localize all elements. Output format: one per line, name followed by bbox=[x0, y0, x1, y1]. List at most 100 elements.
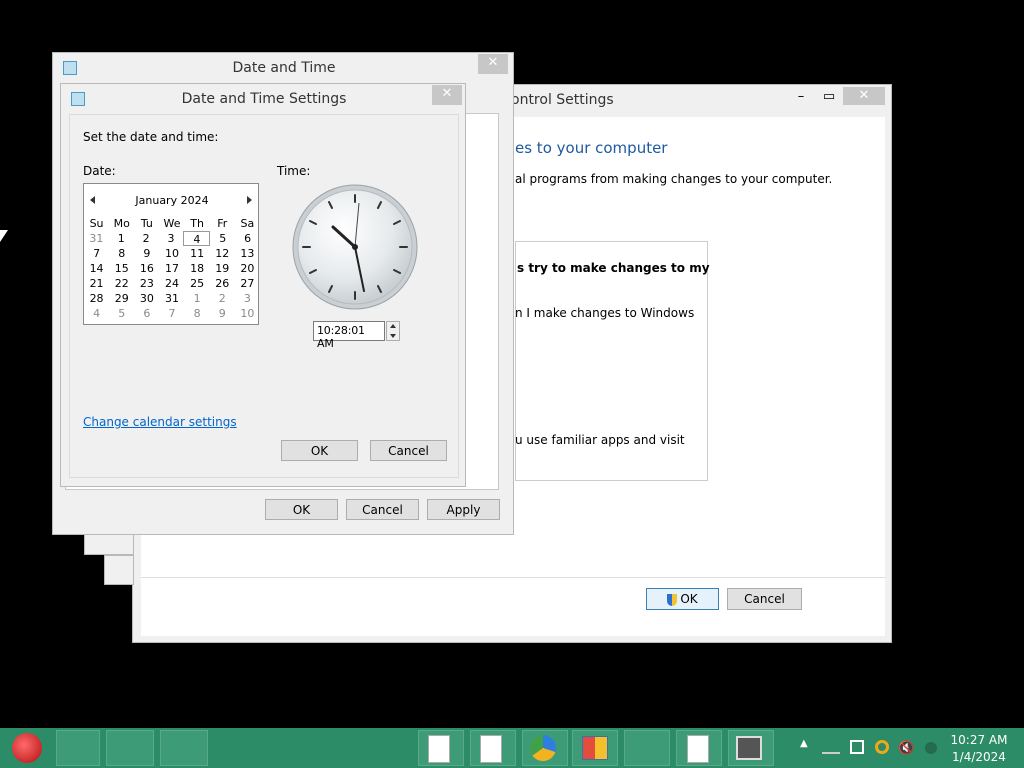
calendar-day[interactable]: 10 bbox=[159, 246, 184, 261]
maximize-button[interactable]: ▭ bbox=[815, 88, 843, 106]
apply-button[interactable]: Apply bbox=[427, 499, 500, 520]
calendar-week: 31 1 2 3 4 5 6 bbox=[84, 231, 260, 246]
calendar-day[interactable]: 3 bbox=[159, 231, 184, 246]
calendar-week: 21 22 23 24 25 26 27 bbox=[84, 276, 260, 291]
calendar-day[interactable]: 4 bbox=[84, 306, 109, 321]
calendar-day[interactable]: 16 bbox=[134, 261, 159, 276]
calendar-day[interactable]: 30 bbox=[134, 291, 159, 306]
calendar-day[interactable]: 19 bbox=[210, 261, 235, 276]
calendar-day[interactable]: 21 bbox=[84, 276, 109, 291]
calendar-day[interactable]: 7 bbox=[159, 306, 184, 321]
calendar-day[interactable]: 25 bbox=[185, 276, 210, 291]
calendar-day[interactable]: 20 bbox=[235, 261, 260, 276]
weekday: Sa bbox=[240, 217, 255, 230]
calendar[interactable]: January 2024 Su Mo Tu We Th Fr Sa 31 1 2… bbox=[83, 183, 259, 325]
calendar-day[interactable]: 5 bbox=[109, 306, 134, 321]
calendar-week: 28 29 30 31 1 2 3 bbox=[84, 291, 260, 306]
calendar-day[interactable]: 18 bbox=[185, 261, 210, 276]
close-button[interactable]: ✕ bbox=[843, 87, 885, 105]
calendar-day[interactable]: 9 bbox=[210, 306, 235, 321]
change-calendar-settings-link[interactable]: Change calendar settings bbox=[83, 415, 237, 429]
settings-title: Date and Time Settings bbox=[181, 91, 347, 107]
calendar-day[interactable]: 5 bbox=[210, 231, 235, 246]
uac-ok-button[interactable]: OK bbox=[646, 588, 719, 610]
start-ornament-icon[interactable] bbox=[12, 733, 42, 763]
calendar-day[interactable]: 22 bbox=[109, 276, 134, 291]
calendar-day[interactable]: 29 bbox=[109, 291, 134, 306]
uac-heading: es to your computer bbox=[515, 139, 668, 157]
uac-ok-label: OK bbox=[680, 592, 698, 606]
calendar-day[interactable]: 9 bbox=[134, 246, 159, 261]
calendar-week: 4 5 6 7 8 9 10 bbox=[84, 306, 260, 321]
calendar-week: 7 8 9 10 11 12 13 bbox=[84, 246, 260, 261]
calendar-day[interactable]: 13 bbox=[235, 246, 260, 261]
close-button[interactable]: ✕ bbox=[478, 54, 508, 74]
date-time-settings-dialog: Date and Time Settings ✕ Set the date an… bbox=[60, 83, 466, 487]
ok-button[interactable]: OK bbox=[281, 440, 358, 461]
calendar-day[interactable]: 1 bbox=[185, 291, 210, 306]
calendar-day[interactable]: 28 bbox=[84, 291, 109, 306]
calendar-day[interactable]: 27 bbox=[235, 276, 260, 291]
calendar-day[interactable]: 26 bbox=[210, 276, 235, 291]
calendar-day[interactable]: 24 bbox=[159, 276, 184, 291]
weekday: We bbox=[163, 217, 181, 230]
uac-title: ontrol Settings bbox=[511, 92, 614, 108]
calendar-day[interactable]: 17 bbox=[159, 261, 184, 276]
weekday: Th bbox=[190, 217, 204, 230]
browser-icon bbox=[530, 735, 556, 761]
tray-globe-icon[interactable] bbox=[925, 742, 937, 754]
control-panel-icon bbox=[582, 736, 608, 760]
instruction-text: Set the date and time: bbox=[83, 130, 219, 144]
search-icon[interactable] bbox=[875, 740, 889, 754]
close-button[interactable]: ✕ bbox=[432, 85, 462, 105]
calendar-day[interactable]: 23 bbox=[134, 276, 159, 291]
taskbar-item[interactable] bbox=[160, 730, 208, 766]
calendar-day[interactable]: 3 bbox=[235, 291, 260, 306]
calendar-day[interactable]: 14 bbox=[84, 261, 109, 276]
spinner-down-icon[interactable] bbox=[390, 334, 396, 338]
cancel-button[interactable]: Cancel bbox=[370, 440, 447, 461]
calendar-day[interactable]: 8 bbox=[109, 246, 134, 261]
calendar-day[interactable]: 8 bbox=[185, 306, 210, 321]
clock-date[interactable]: 1/4/2024 bbox=[944, 750, 1014, 764]
weekday: Su bbox=[89, 217, 104, 230]
calendar-day[interactable]: 1 bbox=[109, 231, 134, 246]
calendar-day[interactable]: 31 bbox=[84, 231, 109, 246]
date-time-title: Date and Time bbox=[232, 60, 336, 76]
calendar-day[interactable]: 15 bbox=[109, 261, 134, 276]
taskbar-item[interactable] bbox=[106, 730, 154, 766]
show-hidden-icons-button[interactable]: ▲ bbox=[800, 738, 808, 749]
taskbar-item[interactable] bbox=[624, 730, 670, 766]
uac-cancel-button[interactable]: Cancel bbox=[727, 588, 802, 610]
cancel-button[interactable]: Cancel bbox=[346, 499, 419, 520]
uac-option2: n I make changes to Windows bbox=[515, 306, 695, 320]
time-label: Time: bbox=[277, 164, 311, 178]
calendar-day[interactable]: 6 bbox=[235, 231, 260, 246]
ok-button[interactable]: OK bbox=[265, 499, 338, 520]
calendar-day-selected[interactable]: 4 bbox=[183, 231, 211, 246]
clock-time[interactable]: 10:27 AM bbox=[944, 733, 1014, 747]
next-month-arrow-icon[interactable] bbox=[247, 196, 252, 204]
spinner-up-icon[interactable] bbox=[390, 324, 396, 328]
time-input[interactable]: 10:28:01 AM bbox=[313, 321, 385, 350]
volume-muted-icon[interactable]: 🔇 bbox=[898, 741, 914, 756]
network-monitor-icon[interactable] bbox=[850, 740, 864, 754]
network-icon[interactable] bbox=[822, 740, 840, 754]
calendar-day[interactable]: 7 bbox=[84, 246, 109, 261]
weekday: Mo bbox=[113, 217, 130, 230]
taskbar-item[interactable] bbox=[56, 730, 100, 766]
uac-option3: u use familiar apps and visit bbox=[515, 433, 685, 447]
time-spinner[interactable] bbox=[386, 321, 400, 341]
calendar-day[interactable]: 12 bbox=[210, 246, 235, 261]
calendar-week: 14 15 16 17 18 19 20 bbox=[84, 261, 260, 276]
calendar-day[interactable]: 10 bbox=[235, 306, 260, 321]
document-icon bbox=[428, 735, 450, 763]
calendar-day[interactable]: 31 bbox=[159, 291, 184, 306]
calendar-day[interactable]: 11 bbox=[185, 246, 210, 261]
calendar-day[interactable]: 2 bbox=[210, 291, 235, 306]
minimize-button[interactable]: – bbox=[787, 88, 815, 106]
time-value: 10:28:01 AM bbox=[317, 324, 365, 350]
calendar-day[interactable]: 2 bbox=[134, 231, 159, 246]
calendar-month[interactable]: January 2024 bbox=[84, 194, 260, 207]
calendar-day[interactable]: 6 bbox=[134, 306, 159, 321]
